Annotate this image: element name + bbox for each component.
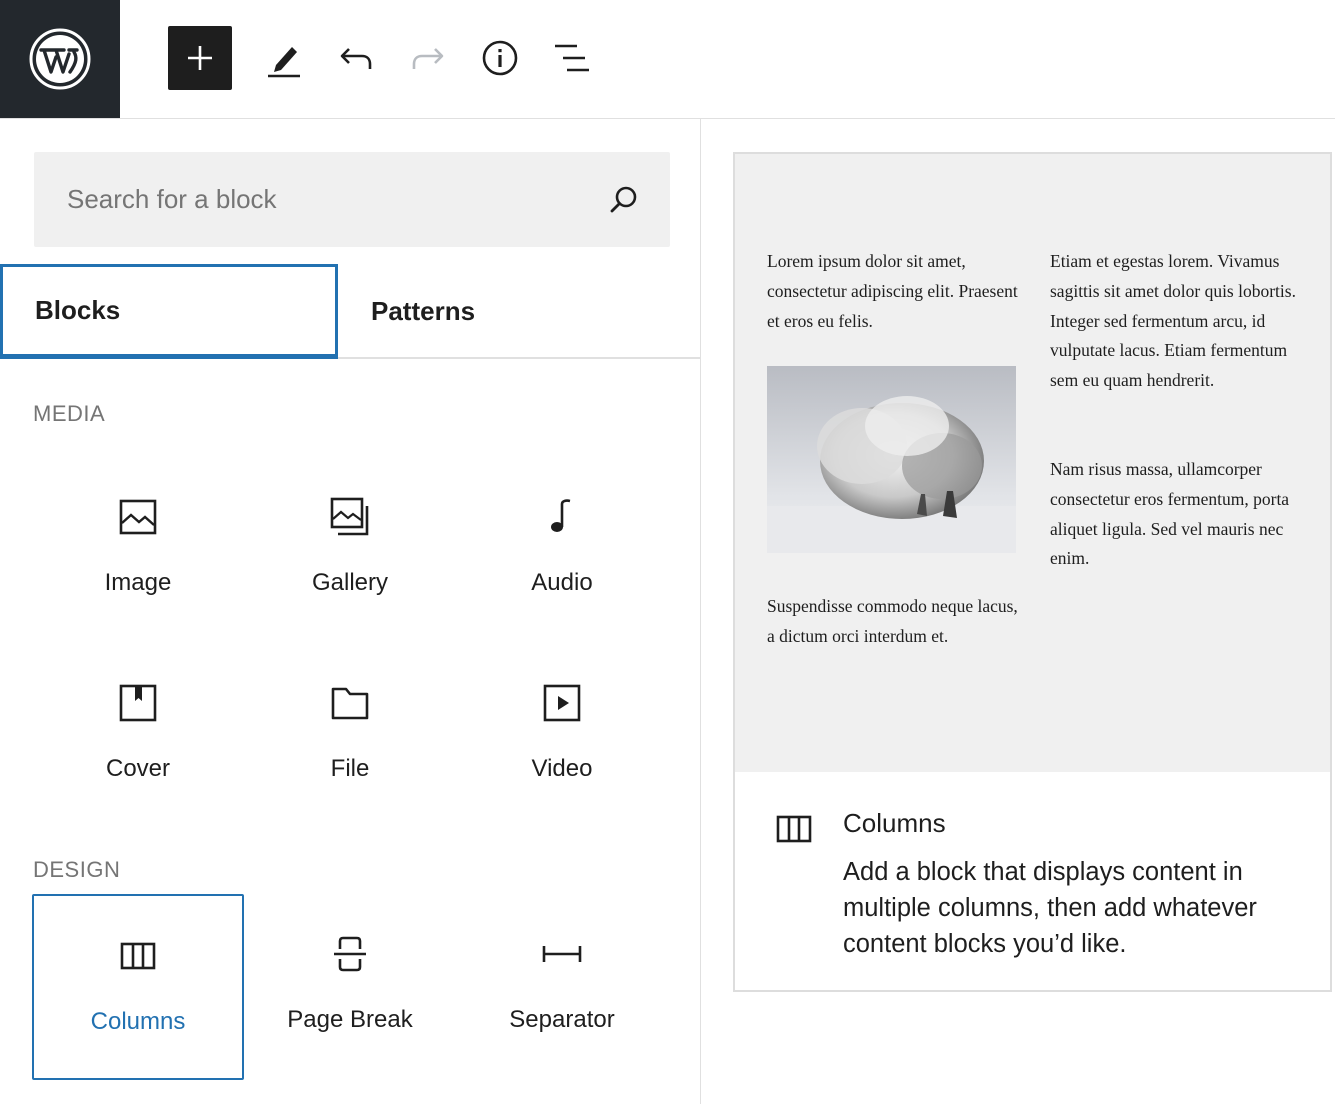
block-item-label: Gallery — [311, 569, 389, 596]
video-icon — [543, 684, 581, 722]
block-item-gallery[interactable]: Gallery — [244, 457, 456, 643]
block-item-columns[interactable]: Columns — [32, 894, 244, 1080]
block-item-label: Columns — [90, 1008, 186, 1035]
search-icon[interactable] — [608, 184, 640, 216]
search-input[interactable] — [34, 152, 594, 247]
preview-paragraph: Nam risus massa, ullamcorper consectetur… — [1050, 459, 1290, 569]
block-inserter-panel: Blocks Patterns MEDIA Image Gallery — [0, 119, 701, 1104]
page-break-icon — [334, 936, 366, 972]
undo-button[interactable] — [324, 26, 388, 90]
block-card-description: Add a block that displays content in mul… — [843, 858, 1257, 958]
details-button[interactable] — [468, 26, 532, 90]
columns-icon — [776, 815, 812, 843]
undo-icon — [340, 48, 372, 69]
tab-blocks[interactable]: Blocks — [0, 264, 338, 359]
block-card-title: Columns — [843, 808, 946, 838]
file-icon — [331, 687, 369, 720]
block-search — [34, 152, 670, 247]
block-item-video[interactable]: Video — [456, 643, 668, 829]
block-item-image[interactable]: Image — [32, 457, 244, 643]
tab-patterns[interactable]: Patterns — [338, 264, 700, 359]
preview-paragraph: Etiam et egestas lorem. Vivamus sagittis… — [1050, 251, 1296, 391]
block-item-label: Separator — [509, 1006, 615, 1033]
redo-button[interactable] — [396, 26, 460, 90]
preview-paragraph: Suspendisse commodo neque lacus, a dictu… — [767, 596, 1018, 646]
block-preview-panel: Lorem ipsum dolor sit amet, consectetur … — [733, 152, 1332, 992]
block-item-page-break[interactable]: Page Break — [244, 894, 456, 1080]
block-item-label: Page Break — [287, 1006, 413, 1033]
redo-icon — [412, 48, 444, 69]
preview-paragraph: Lorem ipsum dolor sit amet, consectetur … — [767, 251, 1018, 331]
pencil-icon — [268, 47, 300, 78]
list-view-button[interactable] — [540, 26, 604, 90]
add-block-button[interactable] — [168, 26, 232, 90]
plus-icon — [188, 46, 212, 70]
block-item-label: File — [330, 755, 370, 782]
cover-icon — [119, 684, 157, 722]
block-preview-example: Lorem ipsum dolor sit amet, consectetur … — [735, 154, 1330, 772]
wordpress-logo-button[interactable] — [0, 0, 120, 118]
section-title-design: DESIGN — [33, 857, 121, 882]
block-item-audio[interactable]: Audio — [456, 457, 668, 643]
tab-patterns-label: Patterns — [371, 296, 476, 326]
wordpress-logo-icon — [29, 28, 91, 90]
block-item-file[interactable]: File — [244, 643, 456, 829]
separator-icon — [542, 946, 582, 962]
block-item-label: Cover — [105, 755, 171, 782]
audio-icon — [551, 499, 571, 532]
block-item-label: Audio — [531, 569, 593, 596]
gallery-icon — [330, 497, 369, 536]
info-icon — [482, 40, 518, 76]
columns-icon — [120, 942, 156, 970]
block-item-cover[interactable]: Cover — [32, 643, 244, 829]
tab-blocks-label: Blocks — [35, 295, 121, 325]
list-view-icon — [555, 44, 589, 72]
section-title-media: MEDIA — [33, 401, 106, 426]
inserter-tabs: Blocks Patterns — [0, 264, 700, 359]
block-item-separator[interactable]: Separator — [456, 894, 668, 1080]
snow-covered-tree-image — [767, 366, 1016, 553]
edit-tools-button[interactable] — [252, 26, 316, 90]
editor-toolbar — [0, 0, 1335, 119]
block-item-label: Image — [104, 569, 172, 596]
block-item-label: Video — [531, 755, 593, 782]
image-icon — [119, 499, 157, 535]
